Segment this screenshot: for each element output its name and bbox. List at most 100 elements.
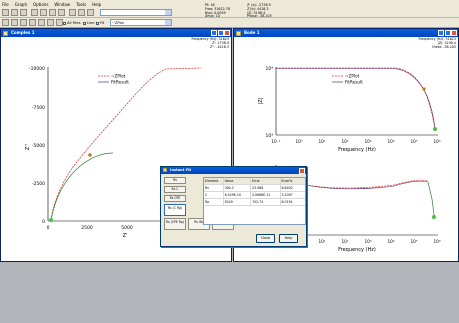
tile-icon[interactable] (69, 9, 76, 16)
model-rs-button[interactable]: Rs (164, 177, 186, 184)
fit-icon[interactable] (49, 9, 56, 16)
cell-element: C (204, 192, 224, 198)
help-icon[interactable] (87, 9, 94, 16)
complex-cursor-marker (88, 153, 92, 157)
table-row[interactable]: Rp 9249 702.74 8.0191 (204, 199, 305, 206)
cell-value[interactable]: 390.2 (224, 185, 252, 191)
complex-fit-series (50, 152, 114, 221)
menu-tools[interactable]: Tools (76, 2, 86, 7)
zoom-icon[interactable] (40, 9, 47, 16)
line-label: Line (87, 21, 95, 25)
model-label: Rs (CPE Rp) (165, 220, 185, 224)
bode-title: Bode 1 (244, 30, 260, 35)
table-row[interactable]: C 6.429E-10 2.0668E-11 3.2097 (204, 192, 305, 199)
cell-error: 2.0668E-11 (251, 192, 281, 198)
fit-label: Fit (100, 21, 105, 25)
window-icon (236, 30, 241, 36)
menu-graph[interactable]: Graph (15, 2, 27, 7)
legend-label-fit: FitResult (345, 80, 363, 85)
header-error-pct: Error% (281, 179, 293, 183)
complex-x-label: Z' (123, 233, 128, 239)
y-tick-label: -10000 (29, 66, 45, 72)
file-combo[interactable] (100, 9, 172, 16)
bode-phase-tail (427, 181, 435, 216)
axis-icon[interactable] (56, 19, 63, 26)
complex-title: Complex 1 (11, 30, 35, 35)
menu-file[interactable]: File (2, 2, 9, 7)
x-tick-label: 10⁻¹ (271, 139, 281, 144)
autoscale-icon[interactable] (29, 19, 36, 26)
model-label: Rs (C Rp) (167, 206, 183, 210)
x-tick-label: 10⁵ (410, 139, 417, 144)
all-files-checkbox[interactable] (63, 21, 66, 25)
bode-mag-end-marker (433, 127, 437, 131)
all-files-label: All Files (67, 21, 81, 25)
y-tick-label: -7500 (32, 105, 45, 111)
plot-toolbar: All Files Line Fit ~ZPlot (0, 18, 459, 28)
header-error: Error (251, 178, 281, 184)
y-tick-label: -5000 (32, 143, 45, 149)
close-icon[interactable] (224, 30, 230, 36)
window-icon (3, 30, 8, 36)
save-icon[interactable] (11, 9, 18, 16)
chart-icon[interactable] (31, 9, 38, 16)
line-checkbox[interactable] (83, 21, 86, 25)
mask-icon[interactable] (47, 19, 54, 26)
zoom-out-icon[interactable] (20, 19, 27, 26)
model-rs-c-button[interactable]: Rs C (164, 186, 186, 193)
cell-error-pct: 6.6402 (281, 186, 293, 190)
x-tick-label: 0 (47, 225, 50, 231)
bode-phase-end-marker (432, 215, 436, 219)
x-tick-label: 10⁴ (387, 139, 394, 144)
plot-combo-value: ~ZPlot (112, 21, 124, 25)
zoom-in-icon[interactable] (11, 19, 18, 26)
pointer-icon[interactable] (2, 19, 9, 26)
x-tick-label: 5000 (121, 225, 133, 231)
table-header: Element Value Error Error% (204, 178, 305, 185)
plot-combo[interactable]: ~ZPlot (110, 19, 172, 26)
bode-phase-data (305, 179, 429, 189)
cell-error: 23.586 (251, 185, 281, 191)
menu-window[interactable]: Window (54, 2, 70, 7)
print-icon[interactable] (20, 9, 27, 16)
point-readout: Pt: 16 Freq: 31622.78 Bias: 0.0039 Ampl:… (205, 3, 230, 19)
marker-icon[interactable] (38, 19, 45, 26)
dialog-titlebar[interactable]: Instant Fit (161, 167, 306, 174)
fit-results-table: Element Value Error Error% Rs 390.2 23.5… (203, 177, 306, 225)
instant-fit-dialog: Instant Fit Rs Rs C Rs CPE Rs (C Rp) Rs … (160, 166, 307, 247)
table-row[interactable]: Rs 390.2 23.586 6.6402 (204, 185, 305, 192)
open-icon[interactable] (2, 9, 9, 16)
model-label: Rs CPE (169, 196, 181, 200)
cell-value[interactable]: 9249 (224, 199, 252, 205)
x-tick-label: 10⁰ (295, 139, 302, 144)
model-label: Rs (173, 178, 177, 182)
cascade-icon[interactable] (78, 9, 85, 16)
model-rs-cpe-button[interactable]: Rs CPE (164, 195, 186, 202)
cell-value[interactable]: 6.429E-10 (224, 192, 252, 198)
complex-start-marker (49, 218, 53, 222)
minimize-icon[interactable] (211, 30, 217, 36)
close-button[interactable]: Close (256, 234, 275, 243)
menu-options[interactable]: Options (33, 2, 48, 7)
bode-titlebar[interactable]: Bode 1 (234, 29, 458, 37)
dialog-icon (163, 168, 167, 172)
cell-element: Rs (204, 185, 224, 191)
table-empty-area (204, 206, 305, 224)
x-tick-label: 10² (341, 239, 348, 244)
x-tick-label: 10⁶ (433, 239, 440, 244)
x-tick-label: 10³ (364, 139, 371, 144)
minimize-icon[interactable] (438, 30, 444, 36)
fit-checkbox[interactable] (96, 21, 99, 25)
bode-phase-x-label: Frequency (Hz) (338, 247, 376, 253)
close-icon[interactable] (451, 30, 457, 36)
dialog-close-icon[interactable] (299, 167, 305, 174)
model-rs-cpe-rp-button[interactable]: Rs (CPE Rp) (164, 218, 186, 230)
header-element: Element (204, 178, 224, 184)
model-rs-c-rp-button[interactable]: Rs (C Rp) (164, 204, 186, 216)
x-tick-label: 10¹ (318, 239, 325, 244)
legend-label-data: ~ZPlot (345, 74, 360, 79)
complex-titlebar[interactable]: Complex 1 (1, 29, 231, 37)
help-button[interactable]: Help (279, 234, 298, 243)
menu-help[interactable]: Help (92, 2, 101, 7)
sim-icon[interactable] (58, 9, 65, 16)
